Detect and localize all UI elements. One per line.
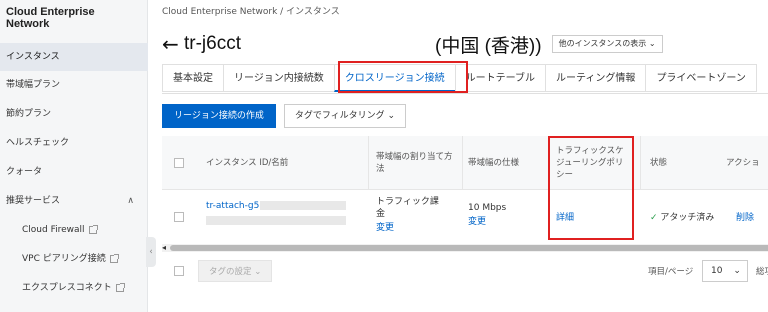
redacted-area [206,216,346,225]
create-region-connection-button[interactable]: リージョン接続の作成 [162,104,276,128]
header-instance: インスタンス ID/名前 [206,158,289,168]
page-size-select[interactable]: 10 ⌄ [702,260,748,282]
bandwidth-spec: 10 Mbps [468,203,507,213]
header-policy: トラフィックスケジューリングポリシー [556,146,624,180]
back-arrow-icon[interactable]: ← [162,32,184,56]
breadcrumb[interactable]: Cloud Enterprise Network / インスタンス [162,4,340,17]
sidebar-item-health-check[interactable]: ヘルスチェック [0,129,148,157]
page-size-label: 項目/ページ [648,267,694,277]
header-action: アクショ [726,158,760,168]
table-row: tr-attach-g5 トラフィック課金 変更 10 Mbps 変更 詳細 ✓… [162,190,768,248]
sidebar-item-savings-plans[interactable]: 節約プラン [0,100,148,128]
sidebar-item-quota[interactable]: クォータ [0,158,148,186]
delete-link[interactable]: 削除 [736,212,754,224]
sidebar: Cloud Enterprise Network インスタンス 帯域幅プラン 節… [0,0,148,312]
checkbox-icon [174,212,184,222]
tab-intra-region[interactable]: リージョン内接続数 [223,64,334,92]
header-spec: 帯域幅の仕様 [468,158,520,168]
spec-change-link[interactable]: 変更 [468,216,486,228]
sidebar-item-label: ヘルスチェック [6,138,70,148]
table-header: インスタンス ID/名前 帯域幅の割り当て方法 帯域幅の仕様 トラフィックスケジ… [162,136,768,190]
tag-filter-dropdown[interactable]: タグでフィルタリング ⌄ [283,104,407,128]
scroll-left-icon[interactable]: ◂ [162,243,166,252]
policy-details-link[interactable]: 詳細 [556,212,574,224]
sidebar-item-label: クォータ [6,167,43,177]
row-checkbox[interactable] [174,212,184,222]
status-text: ✓ アタッチ済み [650,212,714,224]
tab-private-zone[interactable]: プライベートゾーン [645,64,757,92]
sidebar-item-recommended-services[interactable]: 推奨サービス ∧ [0,187,148,215]
main-content: Cloud Enterprise Network / インスタンス ← tr-j… [156,0,768,312]
sidebar-item-label: VPC ピアリング接続 [22,254,106,264]
sidebar-item-label: インスタンス [6,52,60,62]
header-alloc: 帯域幅の割り当て方法 [376,152,453,174]
sidebar-item-label: Cloud Firewall [22,225,85,235]
brand-line-2: Network [6,18,50,30]
sidebar-item-label: エクスプレスコネクト [22,283,112,293]
page-title-row: ← tr-j6cct (中国 (香港)) 他のインスタンスの表示 ⌄ [162,30,663,58]
instance-id-link[interactable]: tr-attach-g5 [206,200,259,212]
page-title-prefix: tr-j6cct [184,33,241,54]
chevron-down-icon: ⌄ [648,39,656,48]
checkbox-icon [174,158,184,168]
chevron-up-icon: ∧ [127,196,134,206]
total-label: 総項 [756,267,768,277]
select-label: 他のインスタンスの表示 [558,39,647,48]
sidebar-collapse-handle[interactable]: ‹ [146,237,156,267]
external-link-icon [109,253,119,263]
tab-bar: 基本設定 リージョン内接続数 クロスリージョン接続 ルートテーブル ルーティング… [162,64,768,94]
sidebar-item-instances[interactable]: インスタンス [0,43,148,71]
column-divider [462,136,463,190]
sidebar-item-label: 帯域幅プラン [6,80,61,90]
toolbar: リージョン接続の作成 タグでフィルタリング ⌄ [162,104,407,128]
header-status: 状態 [650,158,668,168]
sidebar-item-label: 推奨サービス [6,196,61,206]
chevron-down-icon: ⌄ [733,266,741,276]
alloc-method: トラフィック課金 [376,197,439,219]
tag-settings-button[interactable]: タグの設定 ⌄ [198,260,273,282]
external-link-icon [88,224,98,234]
sidebar-item-cloud-firewall[interactable]: Cloud Firewall [0,216,148,244]
sidebar-item-vpc-peering[interactable]: VPC ピアリング接続 [0,245,148,273]
chevron-down-icon: ⌄ [387,111,396,121]
alloc-change-link[interactable]: 変更 [376,222,394,234]
status-label: アタッチ済み [660,213,715,223]
tab-route-table[interactable]: ルートテーブル [454,64,546,92]
sidebar-item-label: 節約プラン [6,109,52,119]
other-instances-select[interactable]: 他のインスタンスの表示 ⌄ [551,35,663,53]
horizontal-scrollbar[interactable]: ◂ [162,243,768,252]
check-icon: ✓ [650,213,658,223]
scrollbar-thumb[interactable] [170,245,768,251]
select-all-checkbox[interactable] [174,136,184,190]
brand-title: Cloud Enterprise Network [6,6,95,30]
filter-label: タグでフィルタリング [294,111,385,121]
redacted-area [245,31,433,57]
brand-line-1: Cloud Enterprise [6,6,95,18]
footer-select-all-checkbox[interactable] [174,266,184,276]
redacted-area [260,201,346,210]
page-title-suffix: (中国 (香港)) [435,35,542,57]
page-size-value: 10 [711,266,723,276]
tag-settings-label: タグの設定 [209,267,252,277]
tab-basic-settings[interactable]: 基本設定 [162,64,223,92]
sidebar-item-bandwidth-plans[interactable]: 帯域幅プラン [0,71,148,99]
tab-routing-info[interactable]: ルーティング情報 [545,64,646,92]
external-link-icon [115,282,125,292]
sidebar-item-express-connect[interactable]: エクスプレスコネクト [0,274,148,302]
chevron-down-icon: ⌄ [254,267,262,277]
column-divider [368,136,369,190]
table-footer: タグの設定 ⌄ 項目/ページ 10 ⌄ 総項 [162,260,768,282]
column-divider [640,136,641,190]
tab-cross-region[interactable]: クロスリージョン接続 [333,64,455,92]
